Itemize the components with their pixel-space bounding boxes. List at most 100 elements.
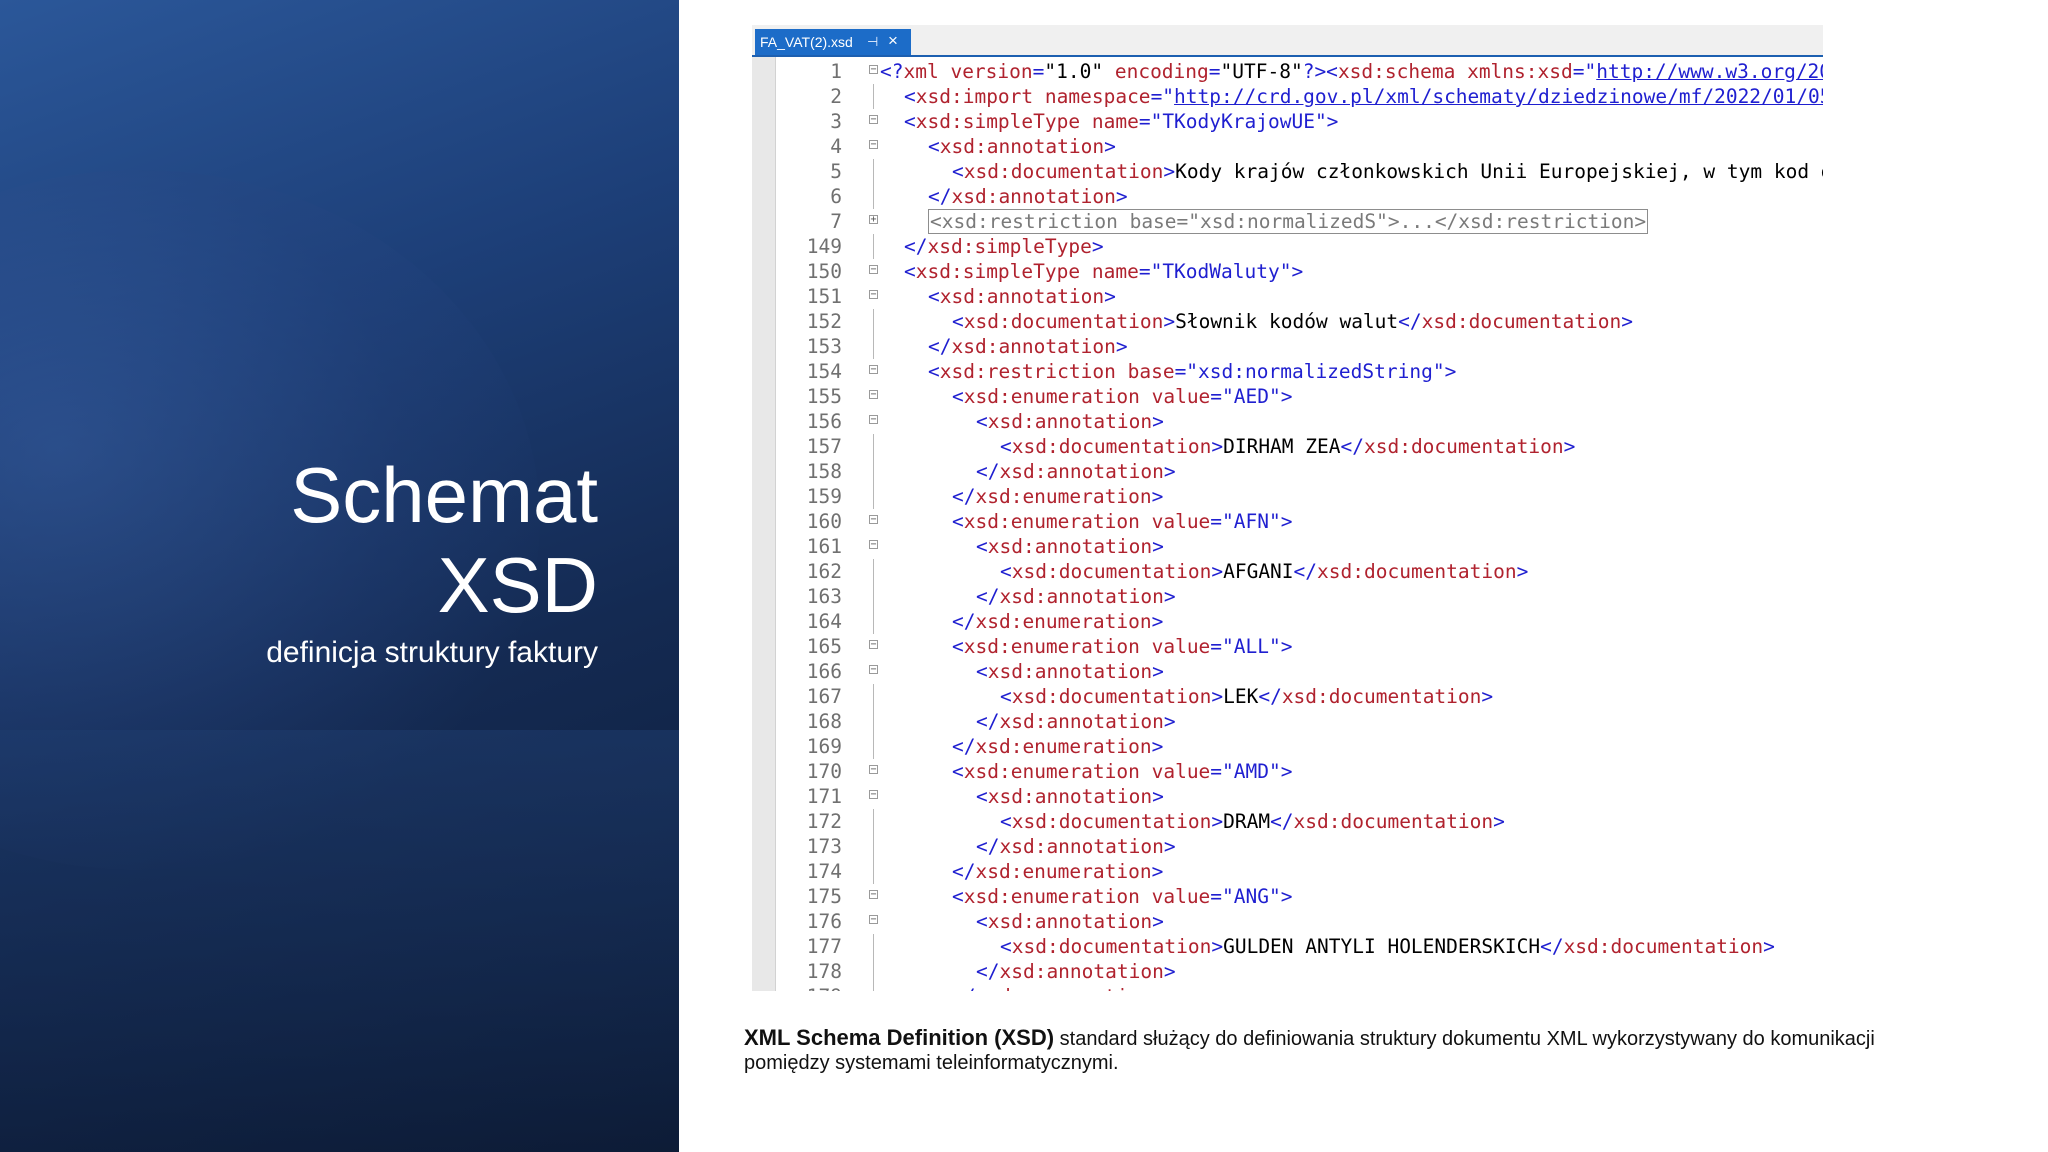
collapse-icon[interactable]: −: [869, 415, 878, 425]
code-token: =": [1572, 60, 1597, 83]
line-number: 176: [806, 910, 842, 933]
code-token: xsd:documentation: [1011, 935, 1212, 958]
code-token: >: [1104, 135, 1116, 158]
collapse-icon[interactable]: −: [869, 140, 878, 150]
line-number: 153: [806, 335, 842, 358]
code-token: =": [1210, 760, 1234, 783]
code-token: <: [952, 760, 964, 783]
collapse-icon[interactable]: −: [869, 115, 878, 125]
code-token: =": [1138, 110, 1163, 133]
code-line: 159 </xsd:enumeration>: [752, 484, 1823, 509]
code-token: ">: [1314, 110, 1339, 133]
code-line: 4 − <xsd:annotation>: [752, 134, 1823, 159]
code-token: <: [1000, 685, 1012, 708]
code-token: namespace: [1044, 85, 1151, 108]
code-token: xsd:documentation: [1363, 435, 1564, 458]
code-token: AMD: [1233, 760, 1270, 783]
code-token: "UTF-8": [1220, 60, 1303, 83]
code-token: AED: [1233, 385, 1270, 408]
code-token: </: [976, 960, 1000, 983]
collapse-icon[interactable]: −: [869, 365, 878, 375]
code-text: </xsd:enumeration>: [952, 859, 1163, 884]
code-token: xsd:simpleType: [927, 235, 1092, 258]
collapse-icon[interactable]: −: [869, 265, 878, 275]
collapse-icon[interactable]: −: [869, 915, 878, 925]
fold-guide: [873, 609, 874, 634]
code-text: <xsd:documentation>Kody krajów członkows…: [952, 159, 1823, 184]
code-text: <xsd:documentation>DRAM</xsd:documentati…: [1000, 809, 1505, 834]
collapse-icon[interactable]: −: [869, 540, 878, 550]
code-text: <?xml version="1.0" encoding="UTF-8"?><x…: [880, 59, 1823, 84]
code-line: 6 </xsd:annotation>: [752, 184, 1823, 209]
code-token[interactable]: http://crd.gov.pl/xml/schematy/dziedzino…: [1174, 85, 1823, 108]
line-number: 179: [782, 984, 842, 991]
code-token: =: [1208, 60, 1221, 83]
code-token: >: [1152, 535, 1164, 558]
collapse-icon[interactable]: −: [869, 765, 878, 775]
code-text: <xsd:enumeration value="AED">: [952, 384, 1293, 409]
code-token: </: [928, 185, 952, 208]
code-text: <xsd:annotation>: [928, 284, 1116, 309]
pin-icon[interactable]: ⊣: [867, 29, 878, 55]
code-token: xsd:enumeration: [975, 485, 1152, 508]
code-token[interactable]: http://www.w3.org/20: [1596, 60, 1823, 83]
code-token: ">: [1269, 635, 1293, 658]
collapse-icon[interactable]: −: [869, 790, 878, 800]
line-number: 7: [830, 210, 842, 233]
code-text: <xsd:enumeration value="AFN">: [952, 509, 1293, 534]
collapse-icon[interactable]: −: [869, 640, 878, 650]
code-area[interactable]: 1− <?xml version="1.0" encoding="UTF-8"?>…: [752, 57, 1823, 991]
code-text: <xsd:annotation>: [976, 409, 1164, 434]
code-token: xsd:annotation: [951, 335, 1116, 358]
code-token: </: [976, 835, 1000, 858]
code-token: ">: [1432, 360, 1457, 383]
code-text: <xsd:restriction base="xsd:normalizedS">…: [928, 209, 1649, 234]
code-token: >: [1563, 435, 1576, 458]
code-token: value: [1151, 885, 1211, 908]
code-token: </: [1293, 560, 1318, 583]
code-text: <xsd:annotation>: [976, 659, 1164, 684]
code-token: AFN: [1233, 510, 1270, 533]
code-text: <xsd:documentation>DIRHAM ZEA</xsd:docum…: [1000, 434, 1575, 459]
collapse-icon[interactable]: −: [869, 515, 878, 525]
code-token: <: [952, 310, 964, 333]
collapse-icon[interactable]: −: [869, 665, 878, 675]
code-token: xsd:annotation: [999, 710, 1164, 733]
code-token: <xsd:restriction base="xsd:normalizedS">…: [930, 210, 1647, 233]
code-line: 168 </xsd:annotation>: [752, 709, 1823, 734]
code-token: <: [928, 360, 940, 383]
collapse-icon[interactable]: −: [869, 65, 878, 75]
code-token: >: [1211, 810, 1224, 833]
collapse-icon[interactable]: −: [869, 890, 878, 900]
code-token: xsd:normalizedString: [1198, 360, 1433, 383]
code-line: 171 − <xsd:annotation>: [752, 784, 1823, 809]
fold-guide: [873, 434, 874, 459]
code-line: 157 <xsd:documentation>DIRHAM ZEA</xsd:do…: [752, 434, 1823, 459]
code-token: </: [1270, 810, 1294, 833]
collapse-icon[interactable]: −: [869, 290, 878, 300]
file-tab[interactable]: FA_VAT(2).xsd ⊣ ×: [755, 29, 911, 55]
code-editor-screenshot: FA_VAT(2).xsd ⊣ × 1− <?xml version="1.0" …: [752, 25, 1823, 991]
expand-icon[interactable]: +: [869, 215, 878, 225]
fold-guide: [873, 734, 874, 759]
code-token: >: [1151, 735, 1164, 758]
code-token: >: [1211, 560, 1224, 583]
collapsed-region[interactable]: <xsd:restriction base="xsd:normalizedS">…: [928, 209, 1649, 234]
code-token: xsd:annotation: [987, 910, 1153, 933]
code-token: version: [950, 60, 1033, 83]
code-token: </: [952, 985, 975, 991]
close-icon[interactable]: ×: [888, 28, 898, 54]
code-token: LEK: [1223, 685, 1259, 708]
code-line: 160 − <xsd:enumeration value="AFN">: [752, 509, 1823, 534]
code-token: >: [1115, 335, 1128, 358]
fold-guide: [873, 684, 874, 709]
code-token: <: [928, 285, 940, 308]
code-token: <?: [880, 60, 904, 83]
code-token: <: [952, 635, 964, 658]
code-token: xsd:enumeration: [963, 385, 1152, 408]
code-token: </: [952, 485, 976, 508]
fold-guide: [873, 159, 874, 184]
code-line: 176 − <xsd:annotation>: [752, 909, 1823, 934]
code-token: value: [1151, 760, 1211, 783]
collapse-icon[interactable]: −: [869, 390, 878, 400]
